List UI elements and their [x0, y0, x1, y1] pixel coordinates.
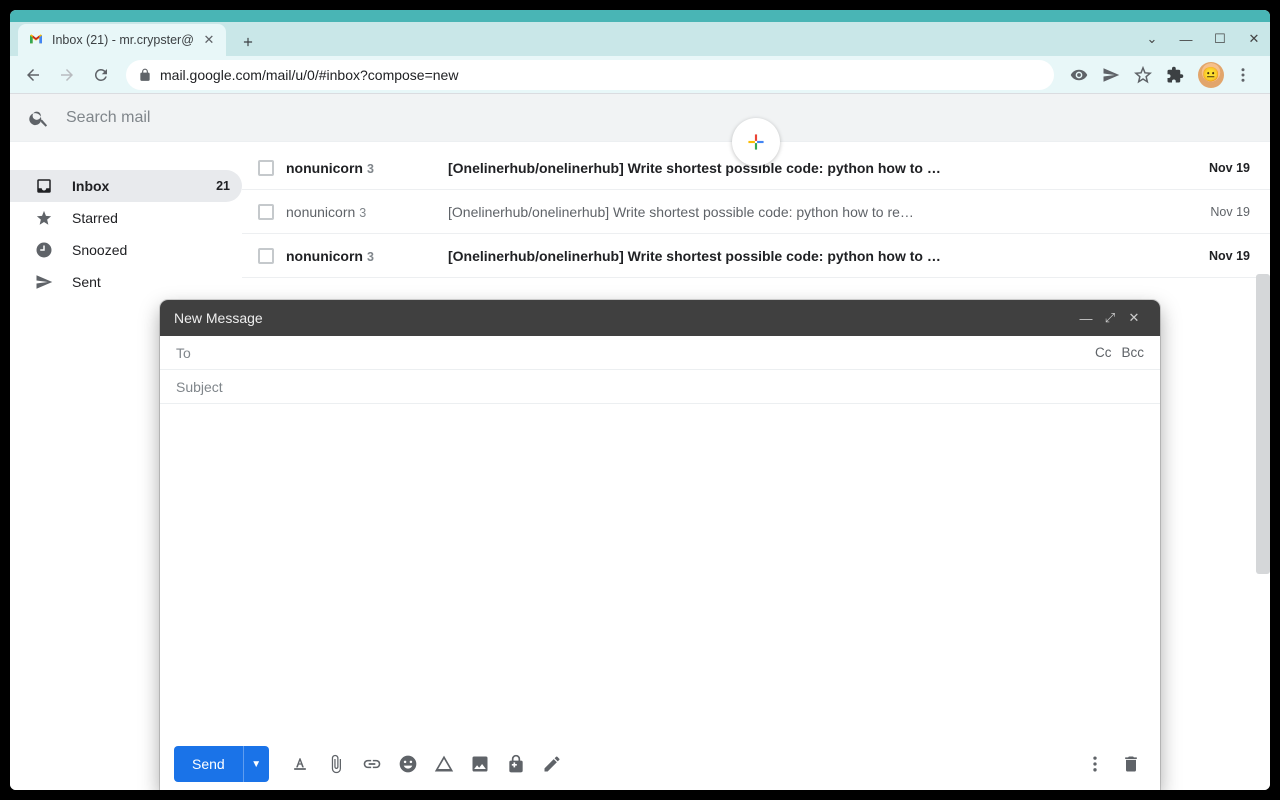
- sidebar-item-inbox[interactable]: Inbox 21: [10, 170, 242, 202]
- url-text: mail.google.com/mail/u/0/#inbox?compose=…: [160, 67, 458, 83]
- inbox-icon: [34, 177, 54, 195]
- discard-draft-icon[interactable]: [1116, 749, 1146, 779]
- sidebar-item-snoozed[interactable]: Snoozed: [10, 234, 242, 266]
- back-button[interactable]: [18, 60, 48, 90]
- compose-minimize-icon[interactable]: —: [1074, 311, 1098, 326]
- eye-icon[interactable]: [1070, 66, 1092, 84]
- pen-icon[interactable]: [537, 749, 567, 779]
- email-subject: [Onelinerhub/onelinerhub] Write shortest…: [448, 248, 1186, 264]
- sidebar-item-label: Snoozed: [72, 242, 127, 258]
- checkbox[interactable]: [258, 248, 274, 264]
- search-icon: [28, 107, 50, 129]
- sidebar-item-sent[interactable]: Sent: [10, 266, 242, 298]
- forward-button[interactable]: [52, 60, 82, 90]
- compose-to-field[interactable]: To Cc Bcc: [160, 336, 1160, 370]
- attach-file-icon[interactable]: [321, 749, 351, 779]
- compose-toolbar: Send ▼: [160, 738, 1160, 790]
- lock-icon: [138, 68, 152, 82]
- subject-placeholder: Subject: [176, 379, 223, 395]
- tab-close-icon[interactable]: ✕: [202, 33, 216, 47]
- sidebar-item-starred[interactable]: Starred: [10, 202, 242, 234]
- email-row[interactable]: nonunicorn3 [Onelinerhub/onelinerhub] Wr…: [242, 190, 1270, 234]
- email-row[interactable]: nonunicorn3 [Onelinerhub/onelinerhub] Wr…: [242, 234, 1270, 278]
- sidebar-item-label: Starred: [72, 210, 118, 226]
- more-options-icon[interactable]: [1080, 749, 1110, 779]
- browser-tab[interactable]: Inbox (21) - mr.crypster@ ✕: [18, 24, 226, 56]
- new-tab-button[interactable]: [234, 28, 262, 56]
- send-arrow-icon[interactable]: [1102, 66, 1124, 84]
- email-from: nonunicorn3: [286, 248, 436, 264]
- inbox-count: 21: [216, 179, 230, 193]
- tab-title: Inbox (21) - mr.crypster@: [52, 33, 194, 47]
- window-minimize-icon[interactable]: —: [1176, 32, 1196, 47]
- email-subject: [Onelinerhub/onelinerhub] Write shortest…: [448, 160, 1186, 176]
- sidebar-item-label: Sent: [72, 274, 101, 290]
- emoji-icon[interactable]: [393, 749, 423, 779]
- email-date: Nov 19: [1198, 249, 1258, 263]
- gmail-search-bar[interactable]: Search mail: [10, 94, 1270, 142]
- clock-icon: [34, 241, 54, 259]
- star-icon[interactable]: [1134, 66, 1156, 84]
- reload-button[interactable]: [86, 60, 116, 90]
- send-options-dropdown[interactable]: ▼: [243, 746, 269, 782]
- format-text-icon[interactable]: [285, 749, 315, 779]
- checkbox[interactable]: [258, 160, 274, 176]
- scrollbar[interactable]: [1256, 274, 1270, 574]
- star-icon: [34, 209, 54, 227]
- sidebar-item-label: Inbox: [72, 178, 109, 194]
- browser-window: Inbox (21) - mr.crypster@ ✕ ⌄ — ☐ ✕ mail…: [10, 10, 1270, 790]
- gmail-favicon-icon: [28, 32, 44, 48]
- email-from: nonunicorn3: [286, 204, 436, 220]
- email-from: nonunicorn3: [286, 160, 436, 176]
- bcc-button[interactable]: Bcc: [1121, 345, 1144, 360]
- url-bar-actions: 😐: [1064, 62, 1262, 88]
- kebab-menu-icon[interactable]: [1234, 66, 1256, 84]
- email-subject: [Onelinerhub/onelinerhub] Write shortest…: [448, 204, 1186, 220]
- search-placeholder: Search mail: [66, 109, 150, 127]
- email-date: Nov 19: [1198, 161, 1258, 175]
- compose-close-icon[interactable]: ✕: [1122, 310, 1146, 326]
- checkbox[interactable]: [258, 204, 274, 220]
- compose-title: New Message: [174, 310, 263, 326]
- send-button[interactable]: Send ▼: [174, 746, 269, 782]
- confidential-mode-icon[interactable]: [501, 749, 531, 779]
- compose-subject-field[interactable]: Subject: [160, 370, 1160, 404]
- os-titlebar: [10, 10, 1270, 22]
- drive-icon[interactable]: [429, 749, 459, 779]
- to-label: To: [176, 345, 191, 361]
- compose-fullscreen-icon[interactable]: ⤢: [1098, 310, 1122, 326]
- tab-strip: Inbox (21) - mr.crypster@ ✕ ⌄ — ☐ ✕: [10, 22, 1270, 56]
- compose-header[interactable]: New Message — ⤢ ✕: [160, 300, 1160, 336]
- url-bar: mail.google.com/mail/u/0/#inbox?compose=…: [10, 56, 1270, 94]
- insert-image-icon[interactable]: [465, 749, 495, 779]
- address-bar[interactable]: mail.google.com/mail/u/0/#inbox?compose=…: [126, 60, 1054, 90]
- email-date: Nov 19: [1198, 205, 1258, 219]
- window-maximize-icon[interactable]: ☐: [1210, 31, 1230, 47]
- cc-button[interactable]: Cc: [1095, 345, 1112, 360]
- window-controls: ⌄ — ☐ ✕: [1142, 22, 1264, 56]
- compose-fab[interactable]: [732, 118, 780, 166]
- compose-window: New Message — ⤢ ✕ To Cc Bcc Subject Send…: [160, 300, 1160, 790]
- insert-link-icon[interactable]: [357, 749, 387, 779]
- chevron-down-icon[interactable]: ⌄: [1142, 31, 1162, 47]
- compose-body[interactable]: [160, 404, 1160, 738]
- window-close-icon[interactable]: ✕: [1244, 31, 1264, 47]
- send-icon: [34, 273, 54, 291]
- profile-avatar[interactable]: 😐: [1198, 62, 1224, 88]
- extensions-icon[interactable]: [1166, 66, 1188, 84]
